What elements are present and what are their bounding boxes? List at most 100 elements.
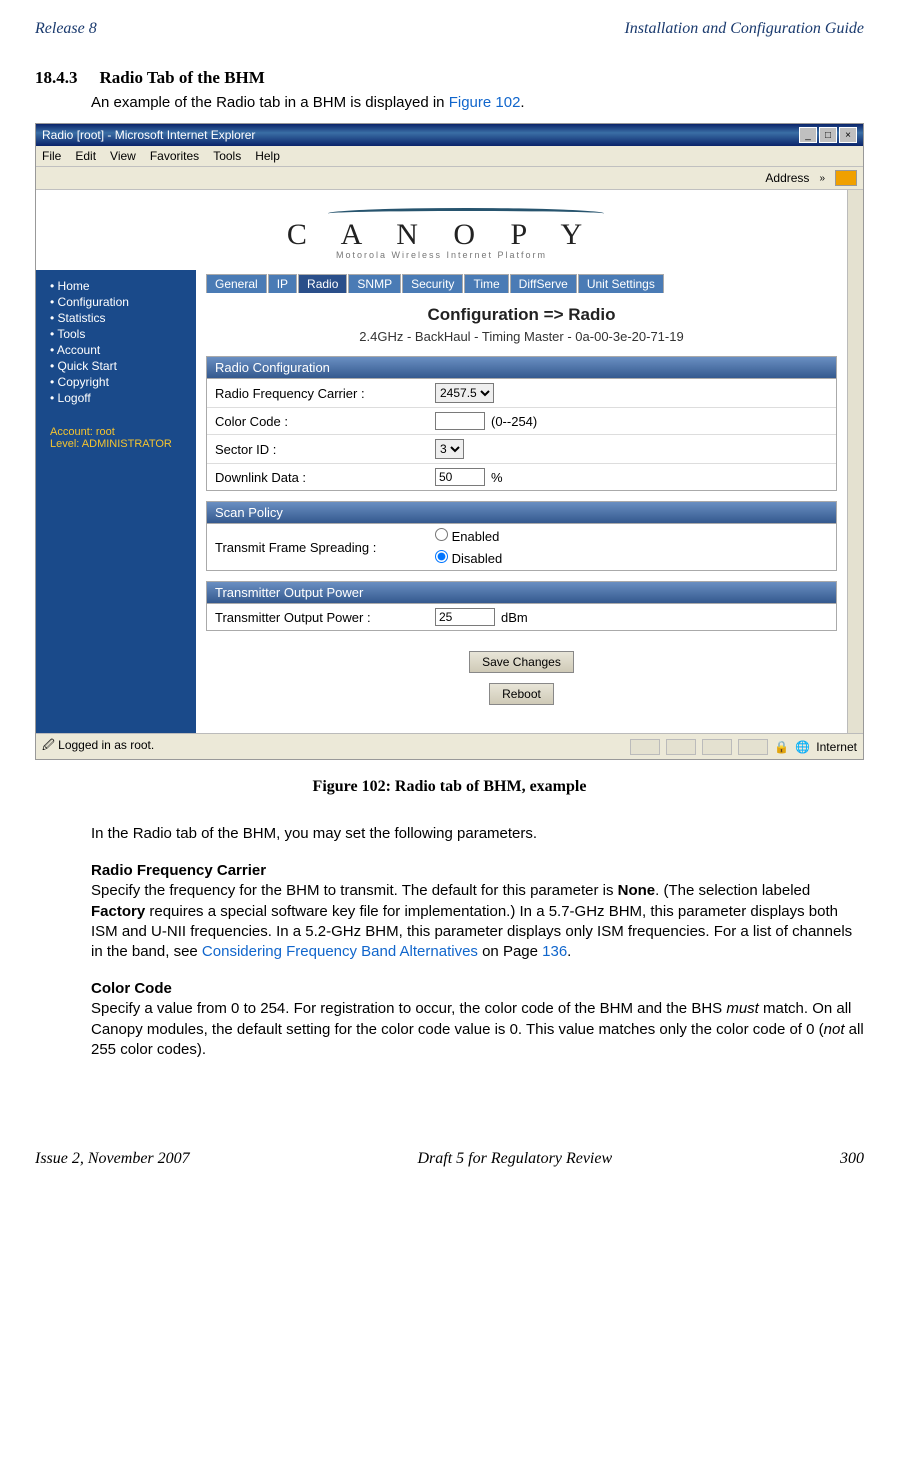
window-title: Radio [root] - Microsoft Internet Explor…	[42, 128, 255, 142]
reboot-button[interactable]: Reboot	[489, 683, 554, 705]
rfc-xref-link[interactable]: Considering Frequency Band Alternatives	[202, 943, 478, 960]
sidebar-account-info: Account: root Level: ADMINISTRATOR	[50, 426, 186, 450]
figure-ref-link[interactable]: Figure 102	[449, 94, 521, 111]
browser-addressbar: Address »	[36, 167, 863, 190]
sector-select[interactable]: 3	[435, 439, 464, 459]
account-level: Level: ADMINISTRATOR	[50, 438, 186, 450]
panel-body-scan: Transmit Frame Spreading : Enabled Disab…	[206, 524, 837, 571]
header-right: Installation and Configuration Guide	[624, 20, 864, 38]
minimize-button[interactable]: _	[799, 127, 817, 143]
globe-icon: 🌐	[795, 740, 810, 754]
cc-not-em: not	[824, 1021, 845, 1038]
status-pane	[666, 739, 696, 755]
tfs-disabled-label: Disabled	[452, 551, 503, 566]
freq-label: Radio Frequency Carrier :	[215, 386, 435, 401]
tfs-enabled-option[interactable]: Enabled	[435, 528, 499, 544]
menu-help[interactable]: Help	[255, 149, 280, 163]
status-pane	[630, 739, 660, 755]
downlink-input[interactable]	[435, 468, 485, 486]
sector-label: Sector ID :	[215, 442, 435, 457]
txpower-unit: dBm	[501, 610, 528, 625]
canopy-tagline: Motorola Wireless Internet Platform	[36, 250, 847, 260]
cc-t1: Specify a value from 0 to 254. For regis…	[91, 1000, 726, 1017]
status-left: Logged in as root.	[58, 738, 154, 752]
tfs-label: Transmit Frame Spreading :	[215, 540, 435, 555]
sidebar-item-account[interactable]: Account	[50, 342, 186, 358]
footer-page-number: 300	[840, 1150, 864, 1168]
vertical-scrollbar[interactable]	[847, 190, 863, 733]
sidebar-item-configuration[interactable]: Configuration	[50, 294, 186, 310]
menu-favorites[interactable]: Favorites	[150, 149, 199, 163]
sidebar-item-statistics[interactable]: Statistics	[50, 310, 186, 326]
intro-post: .	[520, 94, 524, 111]
window-controls: _ □ ×	[799, 127, 857, 143]
address-label: Address	[765, 171, 809, 185]
txpower-label: Transmitter Output Power :	[215, 610, 435, 625]
tab-security[interactable]: Security	[402, 274, 463, 293]
tab-diffserve[interactable]: DiffServe	[510, 274, 577, 293]
figure-caption: Figure 102: Radio tab of BHM, example	[35, 778, 864, 796]
canopy-swoosh-icon	[36, 208, 847, 220]
rfc-paragraph: Specify the frequency for the BHM to tra…	[91, 881, 864, 962]
sidebar-item-logoff[interactable]: Logoff	[50, 390, 186, 406]
screenshot-figure: Radio [root] - Microsoft Internet Explor…	[35, 123, 864, 760]
menu-view[interactable]: View	[110, 149, 136, 163]
colorcode-input[interactable]	[435, 412, 485, 430]
config-title: Configuration => Radio	[206, 305, 837, 325]
browser-statusbar: 🖉 Logged in as root. 🔒 🌐 Internet	[36, 733, 863, 759]
tfs-disabled-radio[interactable]	[435, 550, 448, 563]
menu-file[interactable]: File	[42, 149, 61, 163]
save-changes-button[interactable]: Save Changes	[469, 651, 574, 673]
browser-menubar: File Edit View Favorites Tools Help	[36, 146, 863, 167]
menu-edit[interactable]: Edit	[75, 149, 96, 163]
rfc-t2: . (The selection labeled	[655, 882, 810, 899]
footer-left: Issue 2, November 2007	[35, 1150, 190, 1168]
toolbar-chevron[interactable]: »	[815, 173, 829, 184]
rfc-t4: on Page	[478, 943, 542, 960]
tfs-enabled-radio[interactable]	[435, 528, 448, 541]
panel-header-scan: Scan Policy	[206, 501, 837, 524]
rfc-t5: .	[567, 943, 571, 960]
tab-unit-settings[interactable]: Unit Settings	[578, 274, 664, 293]
rfc-none-bold: None	[618, 882, 656, 899]
close-button[interactable]: ×	[839, 127, 857, 143]
footer-center: Draft 5 for Regulatory Review	[418, 1150, 613, 1168]
sidebar-item-home[interactable]: Home	[50, 278, 186, 294]
paragraph-intro: In the Radio tab of the BHM, you may set…	[91, 824, 864, 844]
rfc-page-link[interactable]: 136	[542, 943, 567, 960]
txpower-input[interactable]	[435, 608, 495, 626]
sidebar-item-copyright[interactable]: Copyright	[50, 374, 186, 390]
rfc-heading: Radio Frequency Carrier	[91, 862, 864, 879]
lock-icon: 🔒	[774, 740, 789, 754]
section-number: 18.4.3	[35, 68, 78, 87]
rfc-factory-bold: Factory	[91, 903, 145, 920]
cc-paragraph: Specify a value from 0 to 254. For regis…	[91, 999, 864, 1060]
colorcode-hint: (0--254)	[491, 414, 537, 429]
tab-general[interactable]: General	[206, 274, 267, 293]
section-heading: 18.4.3Radio Tab of the BHM	[35, 68, 864, 88]
tab-ip[interactable]: IP	[268, 274, 297, 293]
browser-viewport: C A N O P Y Motorola Wireless Internet P…	[36, 190, 863, 733]
tfs-disabled-option[interactable]: Disabled	[435, 550, 502, 566]
canopy-logo-area: C A N O P Y Motorola Wireless Internet P…	[36, 190, 847, 270]
header-left: Release 8	[35, 20, 97, 38]
cc-heading: Color Code	[91, 980, 864, 997]
browser-titlebar: Radio [root] - Microsoft Internet Explor…	[36, 124, 863, 146]
tab-radio[interactable]: Radio	[298, 274, 347, 293]
tab-snmp[interactable]: SNMP	[348, 274, 401, 293]
rfc-t1: Specify the frequency for the BHM to tra…	[91, 882, 618, 899]
config-subtitle: 2.4GHz - BackHaul - Timing Master - 0a-0…	[206, 329, 837, 344]
menu-tools[interactable]: Tools	[213, 149, 241, 163]
tab-time[interactable]: Time	[464, 274, 508, 293]
status-pane	[702, 739, 732, 755]
panel-body-txpower: Transmitter Output Power : dBm	[206, 604, 837, 631]
downlink-label: Downlink Data :	[215, 470, 435, 485]
panel-body-radio: Radio Frequency Carrier : 2457.5 Color C…	[206, 379, 837, 491]
maximize-button[interactable]: □	[819, 127, 837, 143]
sidebar-item-quickstart[interactable]: Quick Start	[50, 358, 186, 374]
cc-must-em: must	[726, 1000, 759, 1017]
intro-pre: An example of the Radio tab in a BHM is …	[91, 94, 449, 111]
sidebar-item-tools[interactable]: Tools	[50, 326, 186, 342]
freq-select[interactable]: 2457.5	[435, 383, 494, 403]
ie-throbber-icon	[835, 170, 857, 186]
